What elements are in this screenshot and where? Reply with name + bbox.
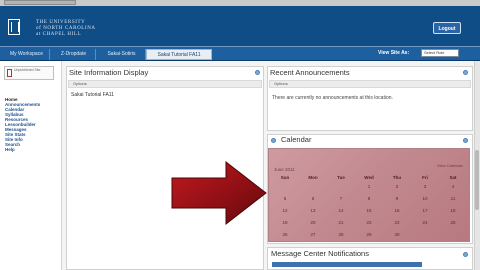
- calendar-day-cell[interactable]: 10: [417, 196, 433, 202]
- calendar-day-cell[interactable]: 7: [333, 196, 349, 202]
- calendar-day-cell[interactable]: 4: [445, 184, 461, 190]
- tab-z-dropdate[interactable]: Z-Dropdate: [52, 49, 96, 60]
- calendar-day-cell[interactable]: 17: [417, 208, 433, 214]
- arrow-shape: [171, 160, 267, 226]
- page-scrollbar-thumb[interactable]: [475, 150, 479, 210]
- calendar-collapse-icon[interactable]: [271, 138, 276, 143]
- tab-my-workspace[interactable]: My Workspace: [4, 49, 50, 60]
- calendar-day-cell[interactable]: 27: [305, 232, 321, 238]
- calendar-day-cell[interactable]: 6: [305, 196, 321, 202]
- calendar-day-cell[interactable]: 16: [389, 208, 405, 214]
- header-banner: THE UNIVERSITY of NORTH CAROLINA at CHAP…: [0, 6, 480, 46]
- announcements-help-icon[interactable]: [463, 70, 468, 75]
- tool-menu-help[interactable]: Help: [5, 147, 15, 152]
- site-status-text: Unpublished Site: [14, 68, 41, 72]
- calendar-title: Calendar: [281, 135, 312, 144]
- calendar-day-header: Wed: [364, 175, 374, 180]
- view-site-as-label: View Site As:: [378, 50, 410, 56]
- calendar-day-header: Fri: [422, 175, 428, 180]
- view-site-as-select[interactable]: Select Role: [421, 49, 459, 57]
- calendar-day-header: Sat: [449, 175, 457, 180]
- calendar-day-cell[interactable]: 1: [361, 184, 377, 190]
- calendar-day-cell[interactable]: 3: [417, 184, 433, 190]
- calendar-day-cell[interactable]: 12: [277, 208, 293, 214]
- calendar-day-cell[interactable]: 21: [333, 220, 349, 226]
- calendar-day-cell[interactable]: 13: [305, 208, 321, 214]
- calendar-day-cell[interactable]: 23: [389, 220, 405, 226]
- calendar-day-cell[interactable]: 19: [277, 220, 293, 226]
- calendar-day-header: Mon: [308, 175, 318, 180]
- site-status-box: Unpublished Site: [4, 66, 54, 80]
- tab-sakai-tutorial[interactable]: Sakai Tutorial FA11: [146, 49, 212, 60]
- calendar-day-cell[interactable]: 2: [389, 184, 405, 190]
- calendar-day-cell[interactable]: 20: [305, 220, 321, 226]
- university-name: THE UNIVERSITY of NORTH CAROLINA at CHAP…: [36, 20, 96, 38]
- calendar-day-header: Sun: [280, 175, 290, 180]
- announcements-empty-message: There are currently no announcements at …: [272, 95, 393, 101]
- calendar-day-cell[interactable]: 28: [333, 232, 349, 238]
- calendar-view-link[interactable]: View Calendar: [437, 163, 463, 168]
- message-center-help-icon[interactable]: [463, 252, 468, 257]
- calendar-day-cell[interactable]: 5: [277, 196, 293, 202]
- calendar-day-cell[interactable]: 15: [361, 208, 377, 214]
- calendar-day-cell[interactable]: 30: [389, 232, 405, 238]
- university-name-line-3: at CHAPEL HILL: [36, 32, 82, 37]
- calendar-day-cell[interactable]: 22: [361, 220, 377, 226]
- site-info-help-icon[interactable]: [255, 70, 260, 75]
- tool-menu: [0, 61, 62, 270]
- announcements-options-button[interactable]: Options: [269, 80, 471, 88]
- message-center-title: Message Center Notifications: [271, 249, 369, 258]
- site-info-title: Site Information Display: [69, 68, 149, 77]
- calendar-day-cell[interactable]: 14: [333, 208, 349, 214]
- calendar-day-header: Tue: [337, 175, 345, 180]
- calendar-day-cell[interactable]: 18: [445, 208, 461, 214]
- calendar-month: June 2011: [274, 167, 295, 172]
- logout-button[interactable]: Logout: [433, 22, 461, 34]
- calendar-day-cell[interactable]: 11: [445, 196, 461, 202]
- calendar-day-header: Thu: [392, 175, 402, 180]
- calendar-help-icon[interactable]: [463, 138, 468, 143]
- message-center-header-row: [272, 262, 422, 267]
- site-info-description: Sakai Tutorial FA11: [71, 92, 114, 98]
- calendar-day-cell[interactable]: 24: [417, 220, 433, 226]
- calendar-day-cell[interactable]: 8: [361, 196, 377, 202]
- browser-tab[interactable]: [4, 0, 76, 5]
- tab-sakai-sotiris[interactable]: Sakai-Sotiris: [98, 49, 146, 60]
- calendar-day-cell[interactable]: 25: [445, 220, 461, 226]
- red-arrow-annotation: [171, 160, 267, 226]
- site-status-icon: [7, 69, 12, 77]
- calendar-widget: June 2011 View Calendar Sun Mon Tue Wed Thu F…: [268, 148, 470, 242]
- calendar-day-cell[interactable]: 9: [389, 196, 405, 202]
- calendar-day-cell[interactable]: 26: [277, 232, 293, 238]
- site-info-options-button[interactable]: Options: [68, 80, 262, 88]
- calendar-day-cell[interactable]: 29: [361, 232, 377, 238]
- announcements-title: Recent Announcements: [270, 68, 350, 77]
- university-logo[interactable]: [8, 19, 20, 35]
